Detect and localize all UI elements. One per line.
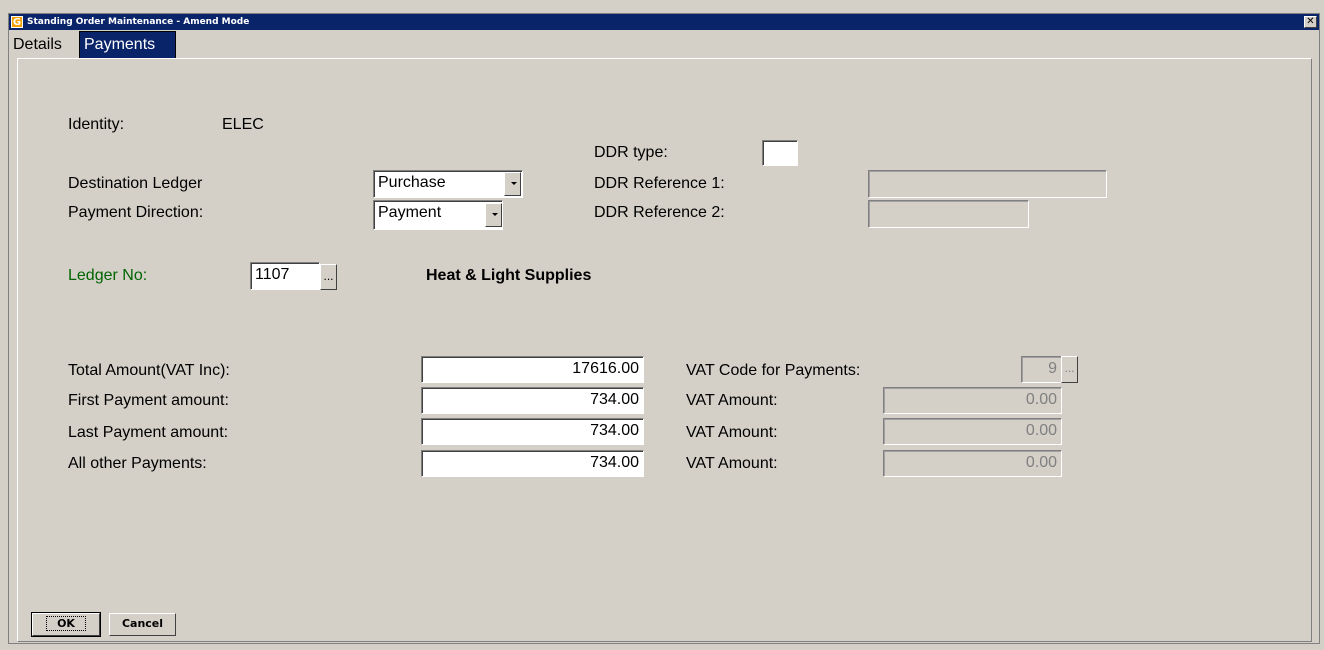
ddr-reference-2-field[interactable] — [868, 200, 1029, 228]
vat-code-lookup-button[interactable]: ... — [1061, 356, 1078, 383]
other-payments-label: All other Payments: — [68, 455, 207, 472]
ledger-no-field[interactable]: 1107 — [250, 262, 320, 290]
ledger-lookup-button[interactable]: ... — [320, 264, 337, 290]
total-amount-field[interactable]: 17616.00 — [421, 356, 644, 383]
destination-ledger-value: Purchase — [378, 174, 446, 191]
ddr-type-label: DDR type: — [594, 144, 668, 161]
app-icon: G — [11, 16, 23, 28]
tab-details[interactable]: Details — [9, 32, 81, 58]
ddr-reference-1-label: DDR Reference 1: — [594, 175, 725, 192]
vat-code-label: VAT Code for Payments: — [686, 362, 861, 379]
ledger-no-label: Ledger No: — [68, 267, 148, 284]
ddr-reference-2-label: DDR Reference 2: — [594, 204, 725, 221]
vat-amount-last-field[interactable]: 0.00 — [883, 418, 1062, 445]
vat-amount-other-field[interactable]: 0.00 — [883, 450, 1062, 477]
vat-amount-first-label: VAT Amount: — [686, 392, 778, 409]
chevron-down-icon — [511, 182, 517, 185]
destination-ledger-label: Destination Ledger — [68, 175, 203, 192]
identity-value: ELEC — [222, 116, 264, 133]
last-payment-label: Last Payment amount: — [68, 424, 229, 441]
payment-direction-label: Payment Direction: — [68, 204, 204, 221]
other-payments-field[interactable]: 734.00 — [421, 450, 644, 477]
destination-ledger-dropdown-button[interactable] — [504, 172, 521, 196]
vat-amount-last-label: VAT Amount: — [686, 424, 778, 441]
first-payment-label: First Payment amount: — [68, 392, 229, 409]
ddr-reference-1-field[interactable] — [868, 170, 1107, 198]
payment-direction-select[interactable]: Payment — [373, 200, 503, 230]
total-amount-label: Total Amount(VAT Inc): — [68, 362, 230, 379]
first-payment-field[interactable]: 734.00 — [421, 387, 644, 414]
vat-amount-other-label: VAT Amount: — [686, 455, 778, 472]
ledger-name: Heat & Light Supplies — [426, 267, 592, 284]
ddr-type-field[interactable] — [762, 140, 798, 166]
payment-direction-dropdown-button[interactable] — [485, 203, 502, 227]
close-icon[interactable]: ✕ — [1304, 16, 1317, 28]
cancel-button[interactable]: Cancel — [109, 613, 176, 636]
payment-direction-value: Payment — [378, 204, 442, 221]
title-bar: G Standing Order Maintenance - Amend Mod… — [9, 14, 1319, 30]
chevron-down-icon — [492, 213, 498, 216]
ok-button[interactable]: OK — [31, 612, 101, 637]
destination-ledger-select[interactable]: Purchase — [373, 170, 523, 198]
identity-label: Identity: — [68, 116, 125, 133]
vat-code-field[interactable]: 9 — [1021, 356, 1062, 383]
window-title: Standing Order Maintenance - Amend Mode — [27, 17, 250, 27]
ok-button-label: OK — [46, 616, 86, 631]
tab-payments[interactable]: Payments — [79, 31, 176, 58]
last-payment-field[interactable]: 734.00 — [421, 418, 644, 445]
vat-amount-first-field[interactable]: 0.00 — [883, 387, 1062, 414]
